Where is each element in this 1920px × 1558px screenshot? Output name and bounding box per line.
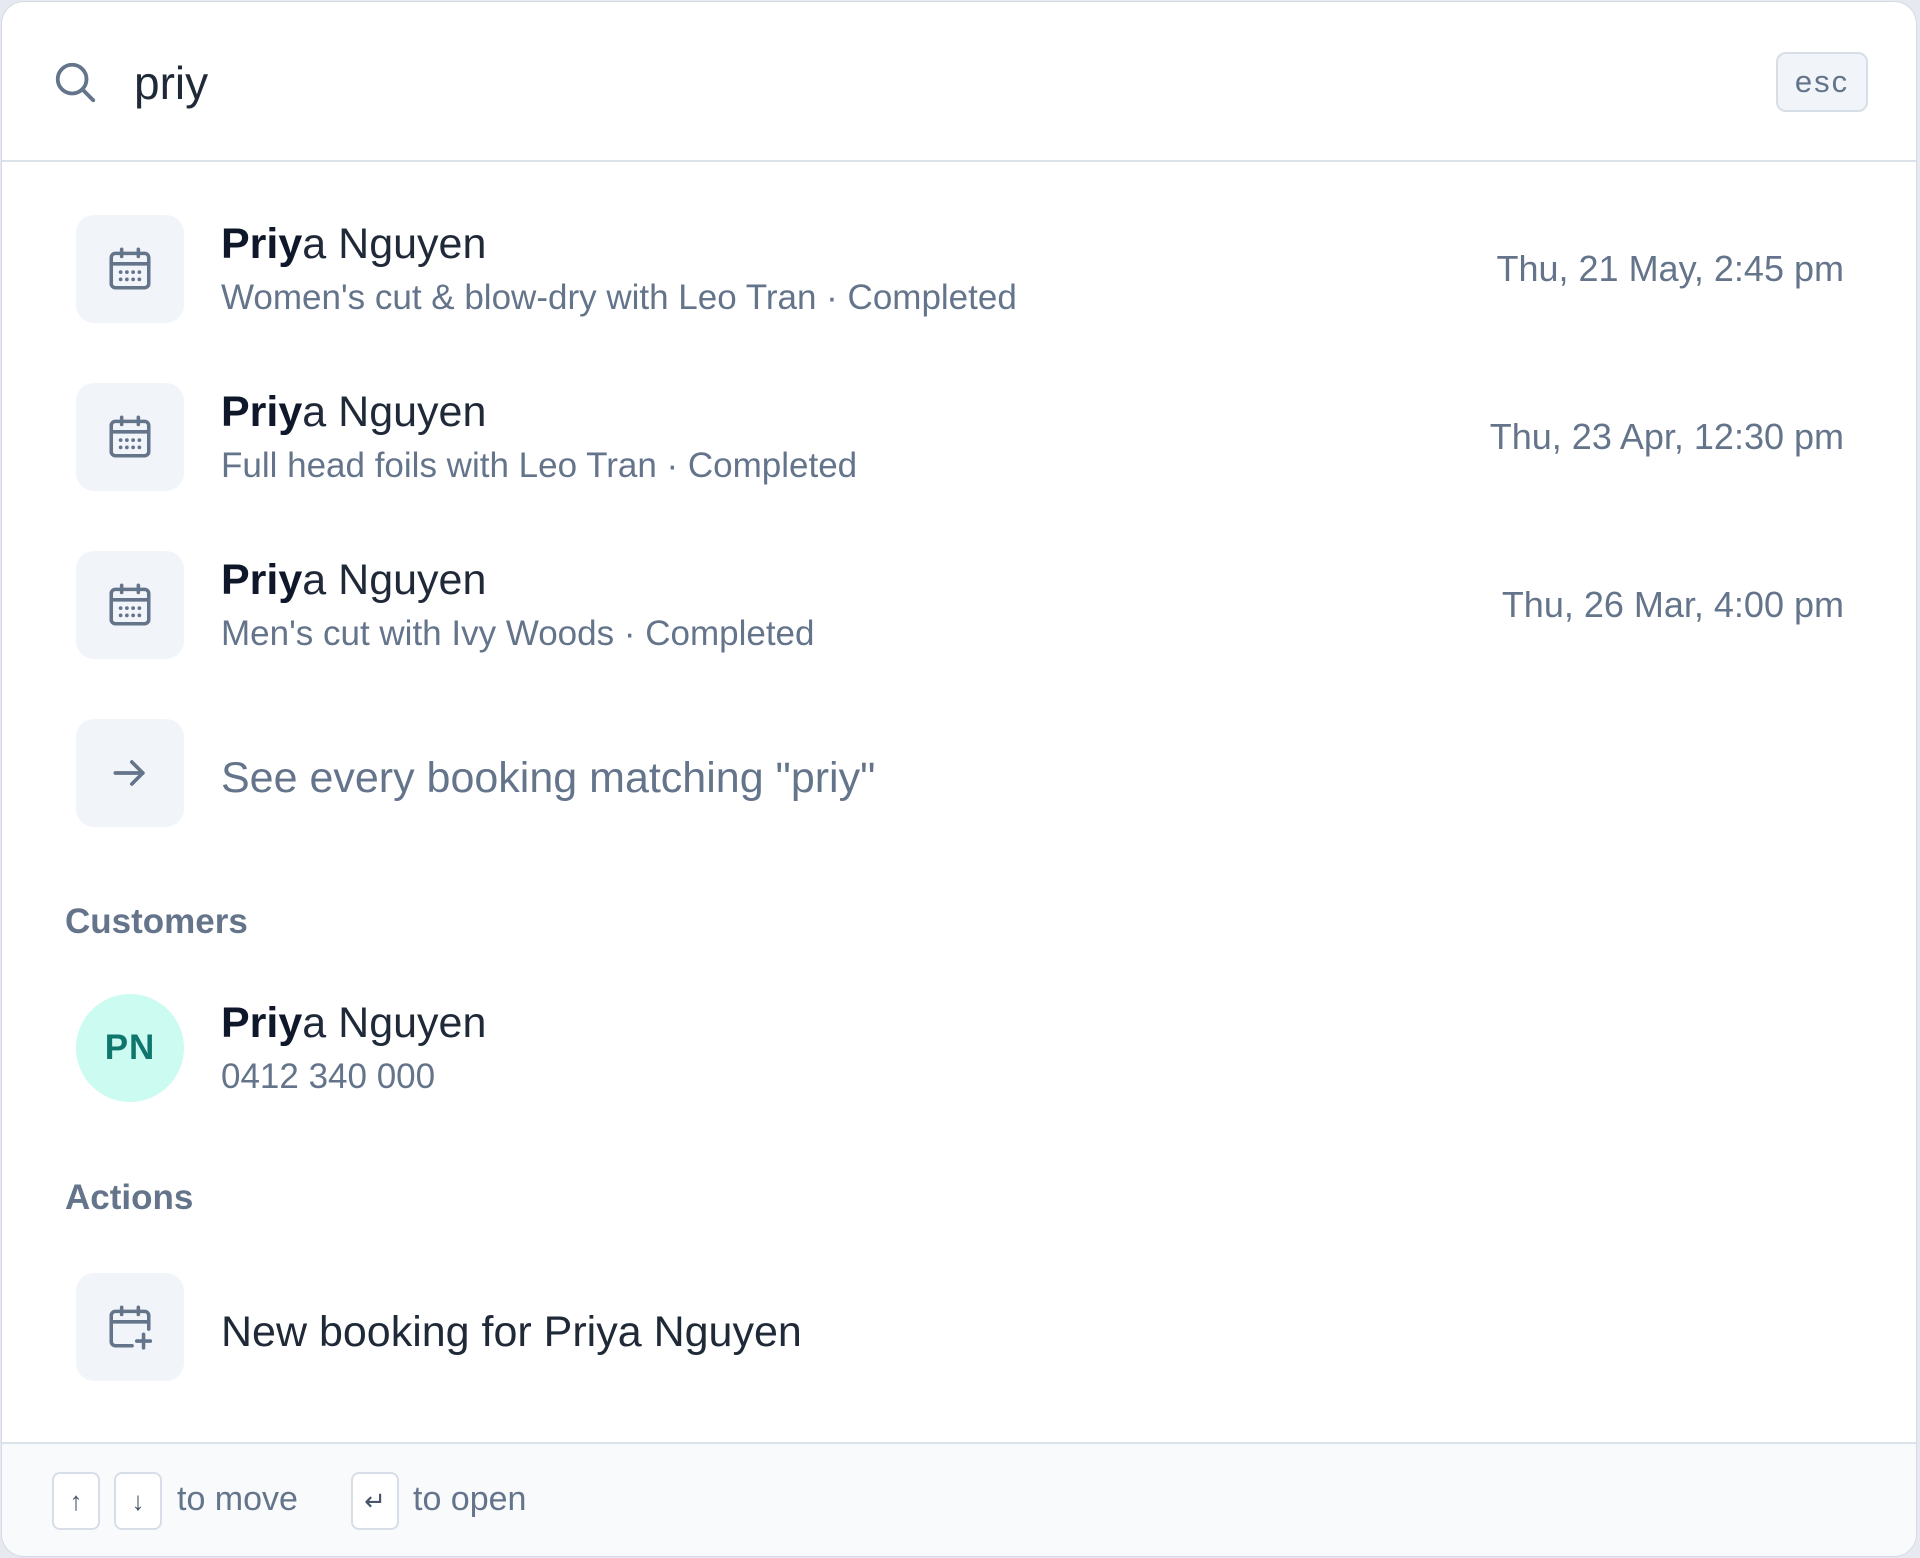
arrow-right-icon	[76, 719, 184, 827]
enter-key: ↵	[351, 1472, 399, 1530]
booking-datetime: Thu, 23 Apr, 12:30 pm	[1489, 416, 1844, 457]
booking-result[interactable]: Priya Nguyen Women's cut & blow-dry with…	[2, 162, 1916, 330]
name-match-highlight: Priy	[221, 556, 303, 604]
customer-name: Priya Nguyen	[221, 999, 486, 1048]
name-remainder: a Nguyen	[302, 388, 487, 436]
booking-customer-name: Priya Nguyen	[221, 556, 486, 605]
booking-customer-name: Priya Nguyen	[221, 388, 486, 437]
new-booking-action[interactable]: New booking for Priya Nguyen	[2, 1220, 1916, 1388]
move-hint: to move	[177, 1480, 298, 1518]
customers-heading: Customers	[65, 902, 248, 941]
esc-button[interactable]: esc	[1776, 52, 1868, 112]
search-bar: esc	[2, 2, 1916, 162]
calendar-icon	[76, 551, 184, 659]
name-remainder: a Nguyen	[302, 556, 487, 604]
up-arrow-key: ↑	[52, 1472, 100, 1530]
calendar-icon	[76, 383, 184, 491]
avatar: PN	[76, 994, 184, 1102]
name-match-highlight: Priy	[221, 999, 303, 1047]
search-icon	[55, 62, 96, 103]
booking-detail: Men's cut with Ivy Woods · Completed	[221, 614, 815, 653]
see-all-bookings-link[interactable]: See every booking matching "priy"	[2, 666, 1916, 834]
calendar-plus-icon	[76, 1273, 184, 1381]
name-remainder: a Nguyen	[302, 220, 487, 268]
command-palette: esc Priya Nguyen Women's cut & blow-dry …	[2, 2, 1916, 1556]
actions-heading: Actions	[65, 1178, 194, 1217]
search-input[interactable]	[134, 48, 1634, 118]
booking-datetime: Thu, 26 Mar, 4:00 pm	[1501, 584, 1844, 625]
customer-phone: 0412 340 000	[221, 1057, 436, 1096]
customer-result[interactable]: PN Priya Nguyen 0412 340 000	[2, 941, 1916, 1109]
name-match-highlight: Priy	[221, 388, 303, 436]
booking-detail: Full head foils with Leo Tran · Complete…	[221, 446, 858, 485]
new-booking-label: New booking for Priya Nguyen	[221, 1308, 802, 1356]
booking-detail: Women's cut & blow-dry with Leo Tran · C…	[221, 278, 1017, 317]
booking-customer-name: Priya Nguyen	[221, 220, 486, 269]
name-remainder: a Nguyen	[302, 999, 487, 1047]
booking-result[interactable]: Priya Nguyen Full head foils with Leo Tr…	[2, 330, 1916, 498]
booking-datetime: Thu, 21 May, 2:45 pm	[1496, 248, 1844, 289]
keyboard-hints-footer: ↑ ↓ to move ↵ to open	[2, 1442, 1916, 1556]
open-hint: to open	[413, 1480, 527, 1518]
down-arrow-key: ↓	[114, 1472, 162, 1530]
see-all-label: See every booking matching "priy"	[221, 754, 876, 802]
name-match-highlight: Priy	[221, 220, 303, 268]
booking-result[interactable]: Priya Nguyen Men's cut with Ivy Woods · …	[2, 498, 1916, 666]
calendar-icon	[76, 215, 184, 323]
